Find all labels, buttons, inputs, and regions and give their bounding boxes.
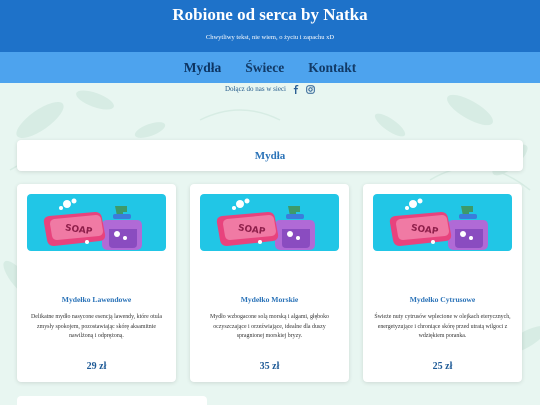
product-card[interactable]: SOAP Mydełko Cytrusowe Świeże nuty cytru… <box>363 184 522 382</box>
product-name[interactable]: Mydełko Lawendowe <box>27 295 166 304</box>
site-subtitle: Chwytliwy tekst, nie wiem, o życiu i zap… <box>205 34 335 41</box>
product-description: Mydło wzbogacone solą morską i algami, g… <box>210 314 329 339</box>
product-card[interactable]: SOAP Mydełko Morskie Mydło wzbogacone so… <box>190 184 349 382</box>
section-title: Mydła <box>254 149 286 162</box>
soap-icon: SOAP <box>389 198 488 250</box>
site-header: Robione od serca by Natka Chwytliwy teks… <box>0 0 540 52</box>
nav-item-mydla[interactable]: Mydła <box>184 60 222 76</box>
product-image: SOAP <box>200 194 339 251</box>
soap-icon: SOAP <box>216 198 315 250</box>
product-name[interactable]: Mydełko Morskie <box>200 295 339 304</box>
nav-item-kontakt[interactable]: Kontakt <box>308 60 356 76</box>
product-card[interactable]: SOAP Mydełko Lawendowe Delikatne mydło n… <box>17 184 176 382</box>
next-section-card <box>17 396 207 405</box>
main-nav: Mydła Świece Kontakt <box>0 52 540 83</box>
product-image: SOAP <box>27 194 166 251</box>
social-bar: Dołącz do nas w sieci <box>0 83 540 95</box>
social-label: Dołącz do nas w sieci <box>224 85 287 93</box>
section-heading-card: Mydła <box>17 140 523 171</box>
product-price: 35 zł <box>259 361 280 372</box>
site-title[interactable]: Robione od serca by Natka <box>0 0 540 25</box>
soap-icon: SOAP <box>43 198 142 250</box>
product-description: Świeże nuty cytrusów wplecione w olejkac… <box>374 314 511 339</box>
product-list: SOAP Mydełko Lawendowe Delikatne mydło n… <box>17 184 523 382</box>
product-name[interactable]: Mydełko Cytrusowe <box>373 295 512 304</box>
nav-item-swiece[interactable]: Świece <box>245 60 284 76</box>
product-description: Delikatne mydło nasycone esencją lawendy… <box>31 314 162 339</box>
product-price: 25 zł <box>432 361 453 372</box>
facebook-icon[interactable] <box>292 84 300 94</box>
product-image: SOAP <box>373 194 512 251</box>
instagram-icon[interactable] <box>306 84 315 94</box>
product-price: 29 zł <box>86 361 107 372</box>
